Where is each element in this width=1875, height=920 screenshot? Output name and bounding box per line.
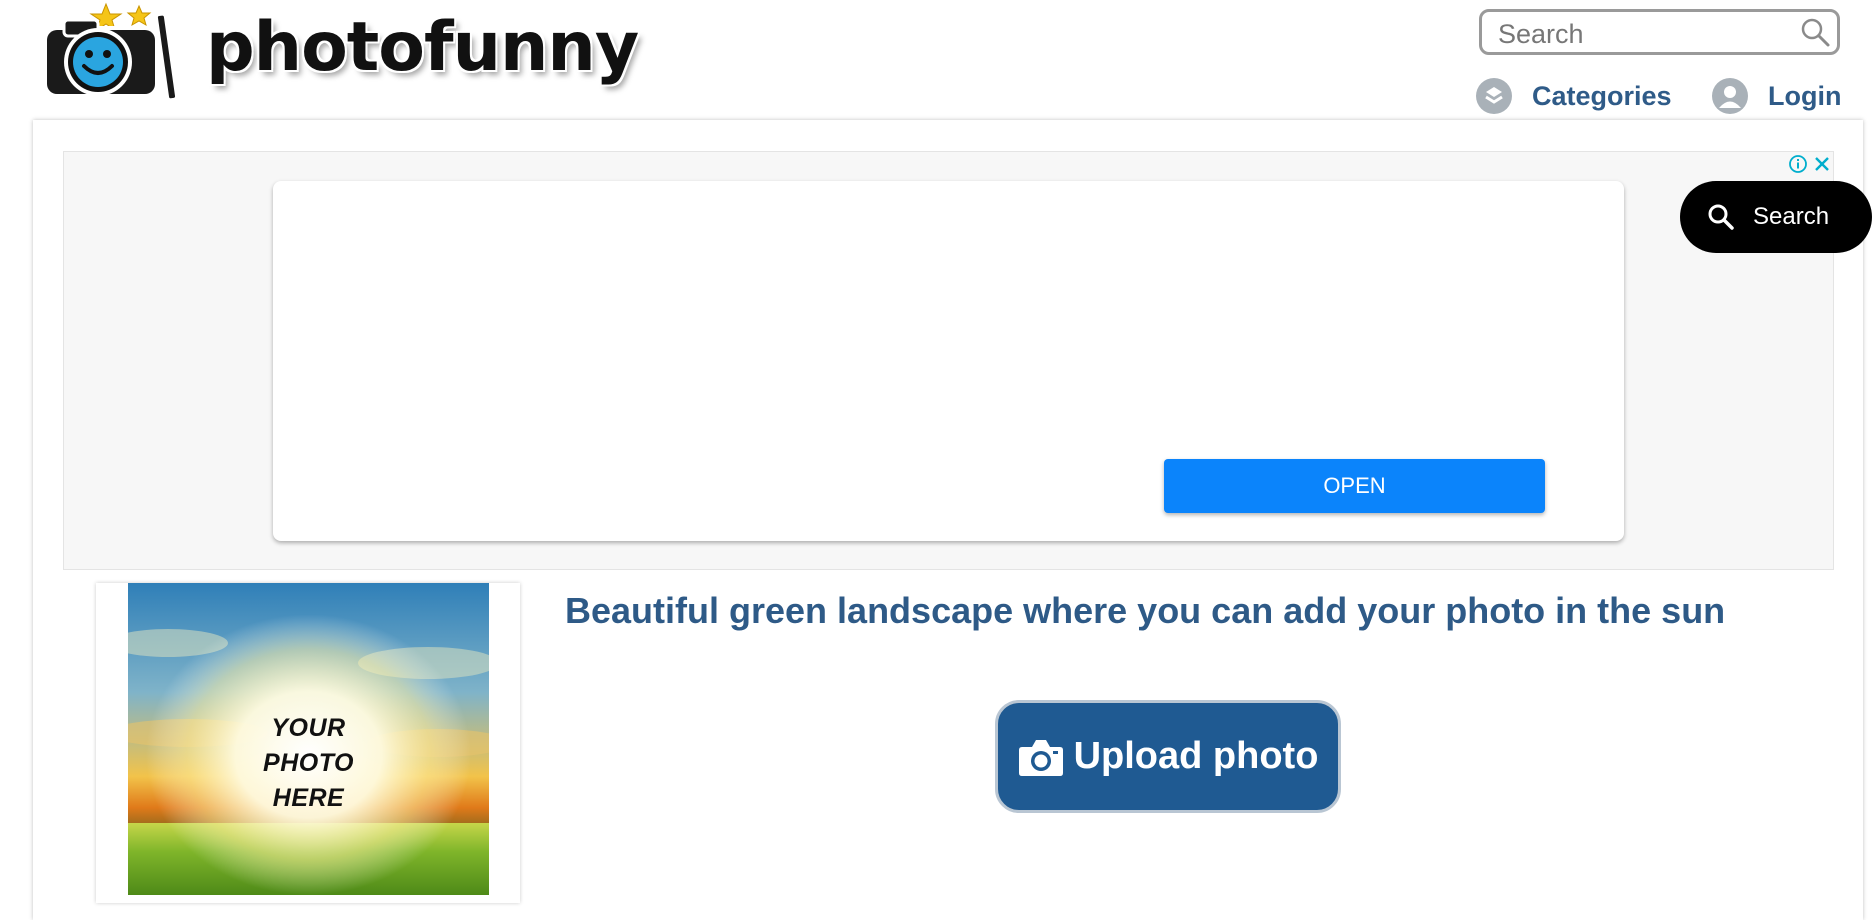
ad-open-button[interactable]: OPEN xyxy=(1164,459,1545,513)
upload-photo-button[interactable]: Upload photo xyxy=(995,700,1341,813)
floating-search-label: Search xyxy=(1753,203,1830,230)
camera-logo-icon xyxy=(42,2,179,102)
page-title: Beautiful green landscape where you can … xyxy=(565,590,1726,631)
logo-wordmark: photofunny xyxy=(206,8,639,87)
user-icon xyxy=(1712,78,1748,114)
categories-link[interactable]: Categories xyxy=(1532,81,1672,112)
floating-search-button[interactable]: Search xyxy=(1680,181,1872,253)
search-input[interactable] xyxy=(1496,16,1790,52)
upload-photo-label: Upload photo xyxy=(1073,735,1319,777)
nav-login[interactable]: Login xyxy=(1712,76,1841,116)
header-search-box[interactable] xyxy=(1479,9,1840,55)
template-thumbnail[interactable]: YOUR PHOTO HERE xyxy=(128,583,489,895)
landscape-image xyxy=(128,583,489,895)
search-icon[interactable] xyxy=(1799,17,1831,49)
camera-icon xyxy=(1018,739,1063,776)
ad-info-icon[interactable] xyxy=(1788,154,1808,174)
site-logo[interactable]: photofunny xyxy=(38,0,639,108)
search-icon xyxy=(1708,204,1734,230)
nav-categories[interactable]: Categories xyxy=(1476,76,1672,116)
login-link[interactable]: Login xyxy=(1768,81,1841,112)
star-icon xyxy=(126,4,152,27)
ad-close-icon[interactable] xyxy=(1812,154,1832,174)
categories-icon xyxy=(1476,78,1512,114)
